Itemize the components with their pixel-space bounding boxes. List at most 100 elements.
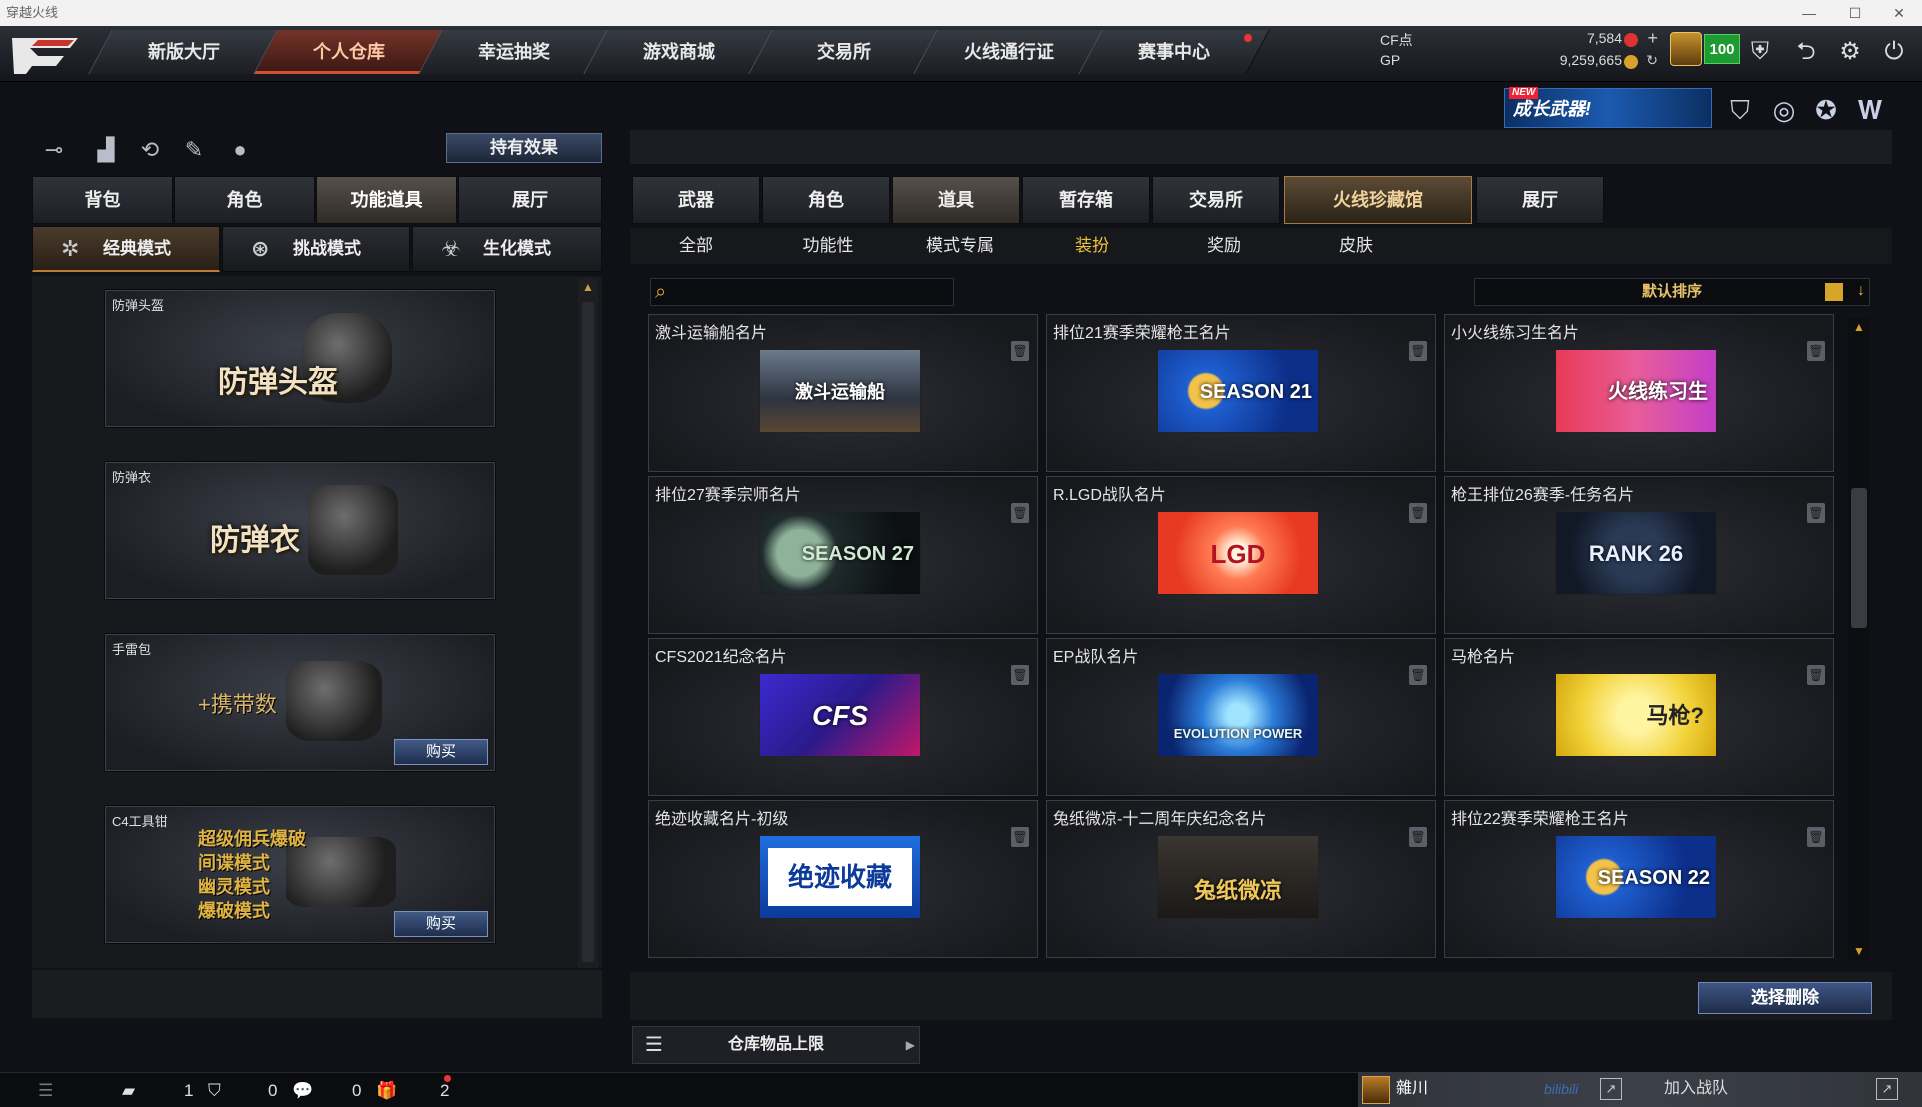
nav-tab-personal-storage[interactable]: 个人仓库 bbox=[253, 30, 445, 74]
gear-icon[interactable]: ⚙ bbox=[1830, 32, 1870, 72]
podium-icon[interactable]: ▟ bbox=[88, 132, 124, 168]
item-card[interactable]: R.LGD战队名片 🗑 LGD bbox=[1046, 476, 1436, 634]
nav-tab-battle-pass[interactable]: 火线通行证 bbox=[913, 30, 1105, 74]
scroll-up-icon[interactable]: ▲ bbox=[582, 280, 594, 294]
external-link-icon[interactable]: ↗ bbox=[1876, 1078, 1898, 1100]
trash-icon[interactable]: 🗑 bbox=[1011, 503, 1029, 523]
tab-temp-box[interactable]: 暂存箱 bbox=[1022, 176, 1150, 224]
tab-exchange[interactable]: 交易所 bbox=[1152, 176, 1280, 224]
avatar[interactable] bbox=[1362, 1076, 1390, 1104]
chat-icon[interactable]: 💬 bbox=[292, 1077, 313, 1105]
sort-arrow-icon[interactable]: ↓ bbox=[1857, 281, 1865, 301]
minimize-button[interactable]: — bbox=[1786, 0, 1832, 26]
nav-tab-lucky-draw[interactable]: 幸运抽奖 bbox=[418, 30, 610, 74]
nav-tab-game-mall[interactable]: 游戏商城 bbox=[583, 30, 775, 74]
tab-weapons[interactable]: 武器 bbox=[632, 176, 760, 224]
subtab-all[interactable]: 全部 bbox=[630, 232, 762, 260]
rank-badge-icon[interactable] bbox=[1670, 32, 1702, 66]
scroll-thumb[interactable] bbox=[582, 302, 594, 962]
trash-icon[interactable]: 🗑 bbox=[1807, 503, 1825, 523]
tab-collection-museum[interactable]: 火线珍藏馆 bbox=[1284, 176, 1472, 224]
list-view-icon[interactable] bbox=[1825, 283, 1843, 301]
external-link-icon[interactable]: ↗ bbox=[1600, 1078, 1622, 1100]
item-card[interactable]: CFS2021纪念名片 🗑 CFS bbox=[648, 638, 1038, 796]
item-card[interactable]: 兔纸微凉-十二周年庆纪念名片 🗑 兔纸微凉 bbox=[1046, 800, 1436, 958]
grenade-icon[interactable]: ● bbox=[222, 132, 258, 168]
bag-icon[interactable]: ▰ bbox=[122, 1077, 135, 1105]
buy-c4-pliers-button[interactable]: 购买 bbox=[394, 911, 488, 937]
item-card[interactable]: EP战队名片 🗑 EVOLUTION POWER bbox=[1046, 638, 1436, 796]
select-delete-button[interactable]: 选择删除 bbox=[1698, 982, 1872, 1014]
player-name[interactable]: 雜川 bbox=[1396, 1072, 1428, 1106]
item-card[interactable]: 马枪名片 🗑 马枪? bbox=[1444, 638, 1834, 796]
trash-icon[interactable]: 🗑 bbox=[1807, 827, 1825, 847]
item-card-vest[interactable]: 防弹衣 防弹衣 bbox=[105, 462, 495, 599]
tab-showroom[interactable]: 展厅 bbox=[458, 176, 602, 224]
badge-icon[interactable]: ✪ bbox=[1808, 92, 1844, 128]
history-icon[interactable]: ⟲ bbox=[132, 132, 168, 168]
globe-icon[interactable]: ◎ bbox=[1766, 92, 1802, 128]
scroll-down-icon[interactable]: ▼ bbox=[1853, 944, 1865, 958]
tab-functional-items[interactable]: 功能道具 bbox=[316, 176, 457, 224]
gift-icon[interactable]: 🎁 bbox=[376, 1077, 397, 1105]
item-card[interactable]: 排位27赛季宗师名片 🗑 SEASON 27 bbox=[648, 476, 1038, 634]
subtab-skins[interactable]: 皮肤 bbox=[1290, 232, 1422, 260]
tab-showroom-right[interactable]: 展厅 bbox=[1476, 176, 1604, 224]
cf-logo[interactable] bbox=[8, 30, 82, 78]
join-team-button[interactable]: 加入战队 bbox=[1664, 1072, 1728, 1106]
item-card-helmet[interactable]: 防弹头盔 防弹头盔 bbox=[105, 290, 495, 427]
item-card[interactable]: 激斗运输船名片 🗑 激斗运输船 bbox=[648, 314, 1038, 472]
power-icon[interactable]: ⏻ bbox=[1874, 32, 1914, 72]
item-card-grenade-pack[interactable]: 手雷包 +携带数 购买 bbox=[105, 634, 495, 771]
search-box[interactable]: ⌕ bbox=[650, 278, 954, 306]
item-card[interactable]: 小火线练习生名片 🗑 火线练习生 bbox=[1444, 314, 1834, 472]
trash-icon[interactable]: 🗑 bbox=[1011, 665, 1029, 685]
subtab-cosmetic[interactable]: 装扮 bbox=[1026, 232, 1158, 260]
scroll-up-icon[interactable]: ▲ bbox=[1853, 320, 1865, 334]
exit-room-icon[interactable]: ⮌ bbox=[1786, 32, 1826, 72]
bilibili-logo[interactable]: bilibili bbox=[1544, 1072, 1578, 1106]
mode-zombie[interactable]: ☣ 生化模式 bbox=[412, 226, 602, 272]
nav-tab-event-center[interactable]: 赛事中心 bbox=[1078, 30, 1270, 74]
search-input[interactable] bbox=[681, 281, 949, 303]
close-button[interactable]: ✕ bbox=[1876, 0, 1922, 26]
item-card[interactable]: 排位21赛季荣耀枪王名片 🗑 SEASON 21 bbox=[1046, 314, 1436, 472]
nav-tab-new-lobby[interactable]: 新版大厅 bbox=[88, 30, 280, 74]
mode-classic[interactable]: ✲ 经典模式 bbox=[32, 226, 220, 272]
grid-scrollbar[interactable]: ▲ ▼ bbox=[1848, 318, 1870, 960]
tab-backpack[interactable]: 背包 bbox=[32, 176, 173, 224]
trash-icon[interactable]: 🗑 bbox=[1409, 665, 1427, 685]
emblem-icon[interactable]: ⛉ bbox=[1722, 92, 1758, 128]
wings-icon[interactable]: 𝐖 bbox=[1852, 92, 1888, 128]
nav-tab-exchange[interactable]: 交易所 bbox=[748, 30, 940, 74]
key-icon[interactable]: ⊸ bbox=[36, 132, 72, 168]
trash-icon[interactable]: 🗑 bbox=[1807, 341, 1825, 361]
maximize-button[interactable]: ☐ bbox=[1832, 0, 1878, 26]
scroll-thumb[interactable] bbox=[1851, 488, 1867, 628]
storage-limit-bar[interactable]: ☰ 仓库物品上限 ▶ bbox=[632, 1026, 920, 1064]
subtab-mode-exclusive[interactable]: 模式专属 bbox=[894, 232, 1026, 260]
tab-character[interactable]: 角色 bbox=[174, 176, 315, 224]
refresh-icon[interactable]: ↻ bbox=[1646, 52, 1658, 69]
left-scrollbar[interactable]: ▲ bbox=[578, 278, 598, 968]
held-effects-button[interactable]: 持有效果 bbox=[446, 133, 602, 163]
buy-grenade-pack-button[interactable]: 购买 bbox=[394, 739, 488, 765]
subtab-rewards[interactable]: 奖励 bbox=[1158, 232, 1290, 260]
shield-icon[interactable]: ⛨ bbox=[1740, 32, 1780, 72]
trash-icon[interactable]: 🗑 bbox=[1807, 665, 1825, 685]
tab-characters[interactable]: 角色 bbox=[762, 176, 890, 224]
shield-status-icon[interactable]: ⛉ bbox=[208, 1077, 221, 1105]
trash-icon[interactable]: 🗑 bbox=[1409, 827, 1427, 847]
menu-icon[interactable]: ☰ bbox=[38, 1077, 53, 1105]
trash-icon[interactable]: 🗑 bbox=[1011, 827, 1029, 847]
mode-challenge[interactable]: ⊛ 挑战模式 bbox=[222, 226, 410, 272]
expand-arrow-icon[interactable]: ▶ bbox=[906, 1027, 915, 1063]
trash-icon[interactable]: 🗑 bbox=[1409, 503, 1427, 523]
item-card[interactable]: 绝迹收藏名片-初级 🗑 绝迹收藏 bbox=[648, 800, 1038, 958]
subtab-functional[interactable]: 功能性 bbox=[762, 232, 894, 260]
trash-icon[interactable]: 🗑 bbox=[1011, 341, 1029, 361]
tab-items[interactable]: 道具 bbox=[892, 176, 1020, 224]
trash-icon[interactable]: 🗑 bbox=[1409, 341, 1427, 361]
item-card-c4-pliers[interactable]: C4工具钳 超级佣兵爆破 间谍模式 幽灵模式 爆破模式 购买 bbox=[105, 806, 495, 943]
growth-weapon-banner[interactable]: NEW 成长武器! bbox=[1504, 87, 1712, 128]
